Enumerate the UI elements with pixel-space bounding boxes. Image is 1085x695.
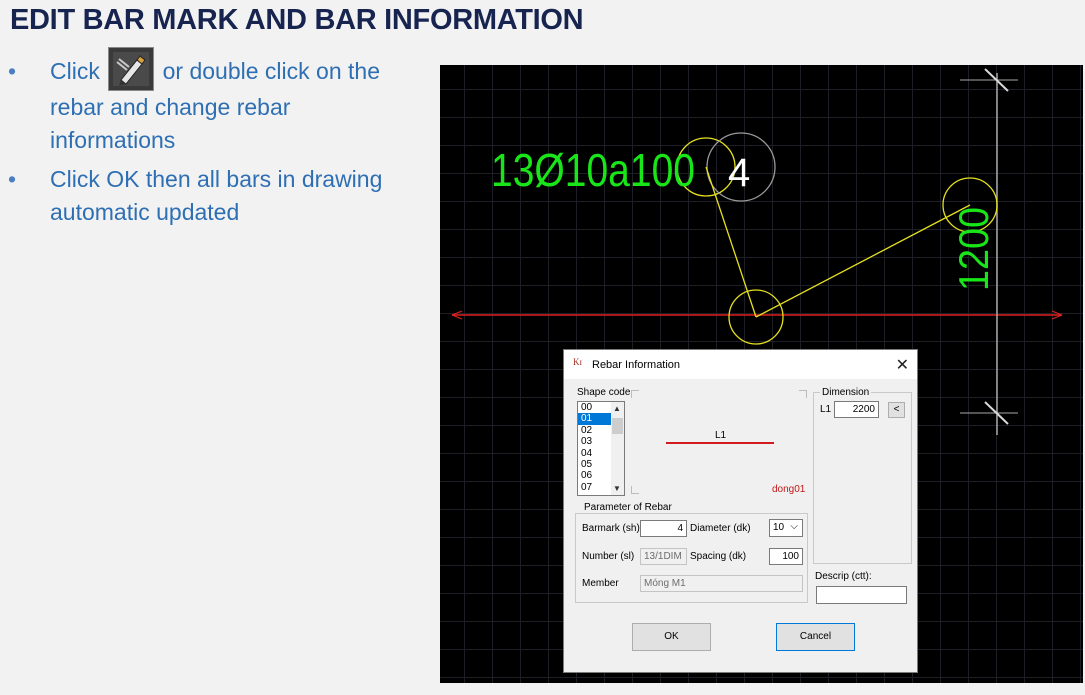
member-input: Móng M1 [640, 575, 803, 592]
leader-line-dimension [755, 204, 971, 318]
bar-label-text[interactable]: 13Ø10a100 [491, 144, 695, 196]
scroll-up-icon[interactable]: ▲ [613, 404, 621, 413]
bullet-item-click: • Click or double click on the rebar and… [8, 47, 408, 157]
dimension-group-label: Dimension [820, 387, 872, 398]
shape-code-item[interactable]: 03 [578, 436, 614, 447]
parameter-group-label: Parameter of Rebar [582, 502, 674, 513]
pick-dimension-button[interactable]: < [888, 402, 905, 418]
ok-button[interactable]: OK [632, 623, 711, 651]
dimension-text[interactable]: 1200 [950, 207, 997, 291]
preview-l1-label: L1 [715, 430, 727, 441]
barmark-label: Barmark (sh) [582, 523, 640, 534]
shape-code-item[interactable]: 04 [578, 448, 614, 459]
diameter-value: 10 [773, 522, 785, 533]
dialog-title: Rebar Information [592, 359, 681, 371]
shape-code-item[interactable]: 06 [578, 470, 614, 481]
shape-code-item[interactable]: 07 [578, 482, 614, 493]
bullet-list: • Click or double click on the rebar and… [8, 47, 408, 235]
dimension-l1-input[interactable]: 2200 [834, 401, 879, 418]
shape-list-scrollbar[interactable]: ▲ ▼ [611, 402, 624, 495]
scroll-thumb[interactable] [612, 418, 623, 434]
shape-code-item[interactable]: 00 [578, 402, 614, 413]
number-label: Number (sl) [582, 551, 635, 562]
spacing-label: Spacing (dk) [690, 551, 747, 562]
bullet-text-click: Click [50, 58, 100, 85]
bullet-dot: • [8, 166, 17, 192]
rebar-information-dialog: Kɪ Rebar Information ✕ Shape code 00 01 … [563, 349, 918, 673]
descrip-input[interactable] [816, 586, 907, 604]
dialog-titlebar: Kɪ Rebar Information ✕ [564, 350, 917, 379]
bullet-text-ok: Click OK then all bars in drawing automa… [50, 166, 383, 225]
shape-code-list[interactable]: 00 01 02 03 04 05 06 07 ▲ ▼ [577, 401, 625, 496]
slide-title: EDIT BAR MARK AND BAR INFORMATION [10, 4, 584, 36]
barmark-input[interactable]: 4 [640, 520, 687, 537]
cancel-button[interactable]: Cancel [776, 623, 855, 651]
shape-code-item-selected[interactable]: 01 [578, 413, 614, 425]
diameter-select[interactable]: 10 ⌵ [769, 519, 803, 537]
scroll-down-icon[interactable]: ▼ [613, 484, 621, 493]
number-input: 13/1DIM [640, 548, 687, 565]
chevron-down-icon: ⌵ [790, 521, 798, 532]
shape-code-label: Shape code [577, 387, 631, 398]
bar-mark-text[interactable]: 4 [728, 151, 750, 195]
preview-shape-name: dong01 [772, 484, 806, 495]
member-label: Member [582, 578, 619, 589]
preview-bar-line [666, 442, 774, 444]
edit-rebar-tool-icon [108, 47, 155, 91]
spacing-input[interactable]: 100 [769, 548, 803, 565]
shape-preview: L1 dong01 [633, 391, 809, 496]
shape-code-item[interactable]: 02 [578, 425, 614, 436]
bullet-text-double-click: or double click on the rebar and change … [50, 58, 380, 153]
bullet-item-ok: • Click OK then all bars in drawing auto… [8, 163, 408, 229]
bullet-dot: • [8, 58, 17, 84]
descrip-label: Descrip (ctt): [815, 571, 872, 582]
dimension-l1-label: L1 [820, 404, 832, 415]
close-icon[interactable]: ✕ [896, 355, 909, 375]
shape-code-item[interactable]: 05 [578, 459, 614, 470]
diameter-label: Diameter (dk) [690, 523, 751, 534]
app-logo-icon: Kɪ [573, 357, 582, 367]
